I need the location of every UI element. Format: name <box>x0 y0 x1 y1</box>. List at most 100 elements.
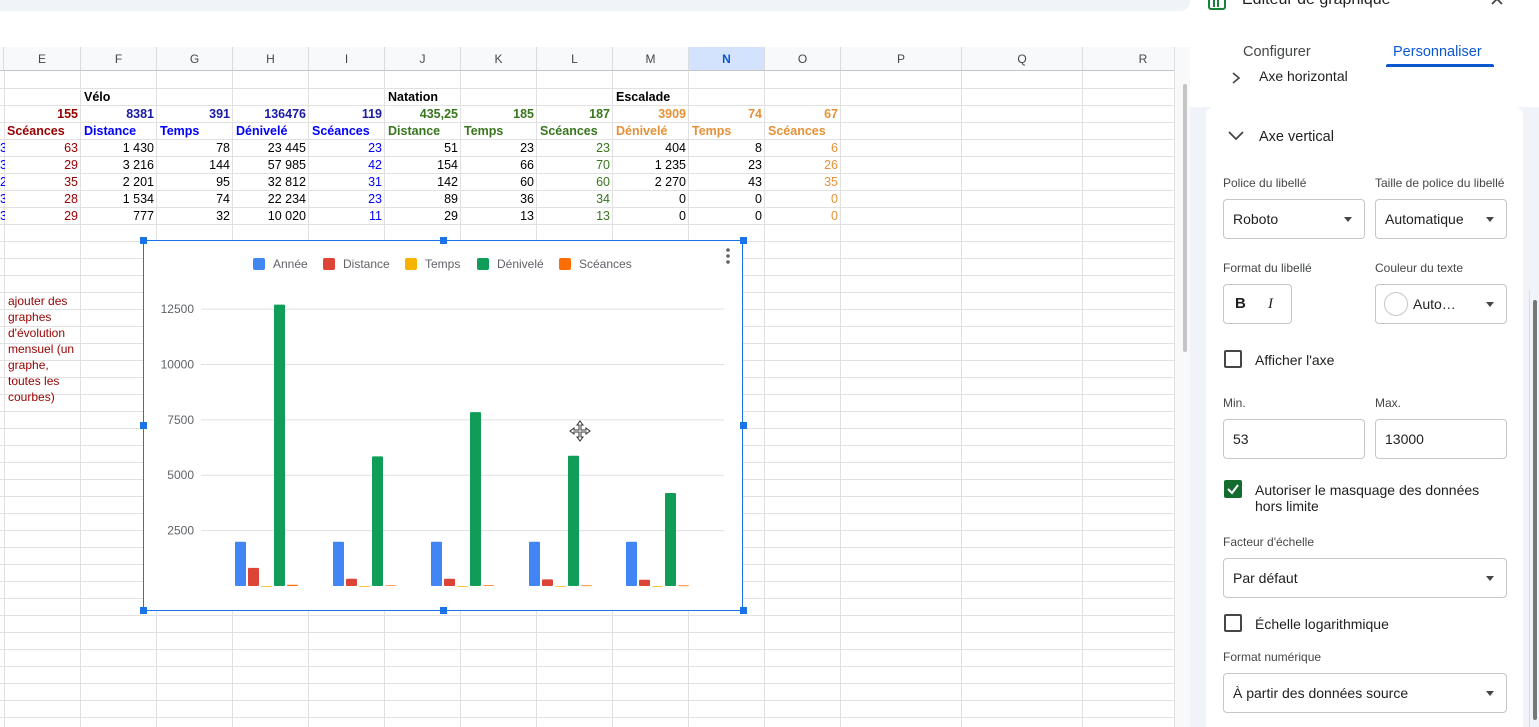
resize-handle[interactable] <box>740 607 747 614</box>
header-cell[interactable]: Scéances <box>765 123 841 140</box>
data-cell[interactable]: 63 <box>4 140 81 157</box>
data-cell[interactable]: 60 <box>537 174 613 191</box>
data-cell[interactable]: 28 <box>4 191 81 208</box>
data-cell[interactable]: 2 270 <box>613 174 689 191</box>
header-cell[interactable]: Dénivelé <box>233 123 309 140</box>
total-cell[interactable]: 155 <box>4 106 81 123</box>
total-cell[interactable]: 185 <box>461 106 537 123</box>
sheet-vertical-scrollbar[interactable] <box>1174 47 1190 727</box>
scale-factor-select[interactable]: Par défaut <box>1223 558 1507 598</box>
data-cell[interactable]: 89 <box>385 191 461 208</box>
data-cell[interactable]: 23 <box>461 140 537 157</box>
section-header-velo[interactable]: Vélo <box>81 89 157 106</box>
data-cell[interactable]: 36 <box>461 191 537 208</box>
resize-handle[interactable] <box>740 422 747 429</box>
data-cell[interactable]: 144 <box>157 157 233 174</box>
note-cell[interactable]: ajouter des graphes d'évolution mensuel … <box>8 293 80 405</box>
data-cell[interactable]: 35 <box>4 174 81 191</box>
data-cell[interactable]: 29 <box>385 208 461 225</box>
text-color-select[interactable]: Auto… <box>1375 284 1507 324</box>
column-header-i[interactable]: I <box>309 47 385 71</box>
bold-button[interactable]: B <box>1235 285 1246 323</box>
vertical-axis-heading[interactable]: Axe vertical <box>1259 129 1334 145</box>
column-header-k[interactable]: K <box>461 47 537 71</box>
data-cell[interactable]: 0 <box>765 191 841 208</box>
tab-customize[interactable]: Personnaliser <box>1393 44 1482 60</box>
header-cell[interactable]: Scéances <box>4 123 81 140</box>
data-cell[interactable]: 0 <box>613 208 689 225</box>
column-header-e[interactable]: E <box>4 47 81 71</box>
header-cell[interactable]: Temps <box>689 123 765 140</box>
total-cell[interactable]: 8381 <box>81 106 157 123</box>
data-cell[interactable]: 22 234 <box>233 191 309 208</box>
total-cell[interactable]: 119 <box>309 106 385 123</box>
tab-configure[interactable]: Configurer <box>1243 44 1311 60</box>
data-cell[interactable]: 29 <box>4 157 81 174</box>
data-cell[interactable]: 8 <box>689 140 765 157</box>
header-cell[interactable]: Temps <box>461 123 537 140</box>
allow-hide-checkbox[interactable] <box>1224 480 1242 498</box>
data-cell[interactable]: 13 <box>537 208 613 225</box>
header-cell[interactable]: Dénivelé <box>613 123 689 140</box>
resize-handle[interactable] <box>740 237 747 244</box>
column-header-g[interactable]: G <box>157 47 233 71</box>
resize-handle[interactable] <box>140 237 147 244</box>
data-cell[interactable]: 142 <box>385 174 461 191</box>
data-cell[interactable]: 23 445 <box>233 140 309 157</box>
header-cell[interactable]: Scéances <box>537 123 613 140</box>
resize-handle[interactable] <box>140 422 147 429</box>
data-cell[interactable]: 11 <box>309 208 385 225</box>
column-header-o[interactable]: O <box>765 47 841 71</box>
total-cell[interactable]: 435,25 <box>385 106 461 123</box>
data-cell[interactable]: 1 235 <box>613 157 689 174</box>
column-header-p[interactable]: P <box>841 47 962 71</box>
data-cell[interactable]: 32 812 <box>233 174 309 191</box>
label-font-select[interactable]: Roboto <box>1223 199 1365 239</box>
data-cell[interactable]: 0 <box>613 191 689 208</box>
data-cell[interactable]: 777 <box>81 208 157 225</box>
data-cell[interactable]: 1 430 <box>81 140 157 157</box>
resize-handle[interactable] <box>140 607 147 614</box>
data-cell[interactable]: 23 <box>309 191 385 208</box>
close-icon[interactable] <box>1490 0 1504 6</box>
total-cell[interactable]: 136476 <box>233 106 309 123</box>
data-cell[interactable]: 6 <box>765 140 841 157</box>
data-cell[interactable]: 0 <box>689 191 765 208</box>
min-input[interactable]: 53 <box>1223 419 1365 459</box>
label-font-size-select[interactable]: Automatique <box>1375 199 1507 239</box>
embedded-chart[interactable]: 12500 10000 7500 5000 2500 Année Distance Temps… <box>140 237 747 614</box>
panel-scroll-thumb[interactable] <box>1533 300 1537 720</box>
data-cell[interactable]: 23 <box>309 140 385 157</box>
total-cell[interactable]: 391 <box>157 106 233 123</box>
data-cell[interactable]: 2 201 <box>81 174 157 191</box>
total-cell[interactable]: 3909 <box>613 106 689 123</box>
section-header-escalade[interactable]: Escalade <box>613 89 689 106</box>
column-header-j[interactable]: J <box>385 47 461 71</box>
data-cell[interactable]: 23 <box>537 140 613 157</box>
resize-handle[interactable] <box>440 607 447 614</box>
data-cell[interactable]: 26 <box>765 157 841 174</box>
data-cell[interactable]: 35 <box>765 174 841 191</box>
data-cell[interactable]: 34 <box>537 191 613 208</box>
sheet-scroll-thumb[interactable] <box>1183 84 1187 352</box>
section-header-natation[interactable]: Natation <box>385 89 461 106</box>
data-cell[interactable]: 60 <box>461 174 537 191</box>
data-cell[interactable]: 51 <box>385 140 461 157</box>
data-cell[interactable]: 13 <box>461 208 537 225</box>
data-cell[interactable]: 23 <box>689 157 765 174</box>
show-axis-checkbox[interactable] <box>1224 350 1242 368</box>
data-cell[interactable]: 154 <box>385 157 461 174</box>
data-cell[interactable]: 10 020 <box>233 208 309 225</box>
column-header-h[interactable]: H <box>233 47 309 71</box>
data-cell[interactable]: 0 <box>765 208 841 225</box>
data-cell[interactable]: 43 <box>689 174 765 191</box>
horizontal-axis-section[interactable]: Axe horizontal <box>1206 67 1523 96</box>
column-header-l[interactable]: L <box>537 47 613 71</box>
data-cell[interactable]: 42 <box>309 157 385 174</box>
column-header-r[interactable]: R <box>1083 47 1174 71</box>
header-cell[interactable]: Scéances <box>309 123 385 140</box>
data-cell[interactable]: 70 <box>537 157 613 174</box>
data-cell[interactable]: 29 <box>4 208 81 225</box>
data-cell[interactable]: 32 <box>157 208 233 225</box>
data-cell[interactable]: 3 216 <box>81 157 157 174</box>
